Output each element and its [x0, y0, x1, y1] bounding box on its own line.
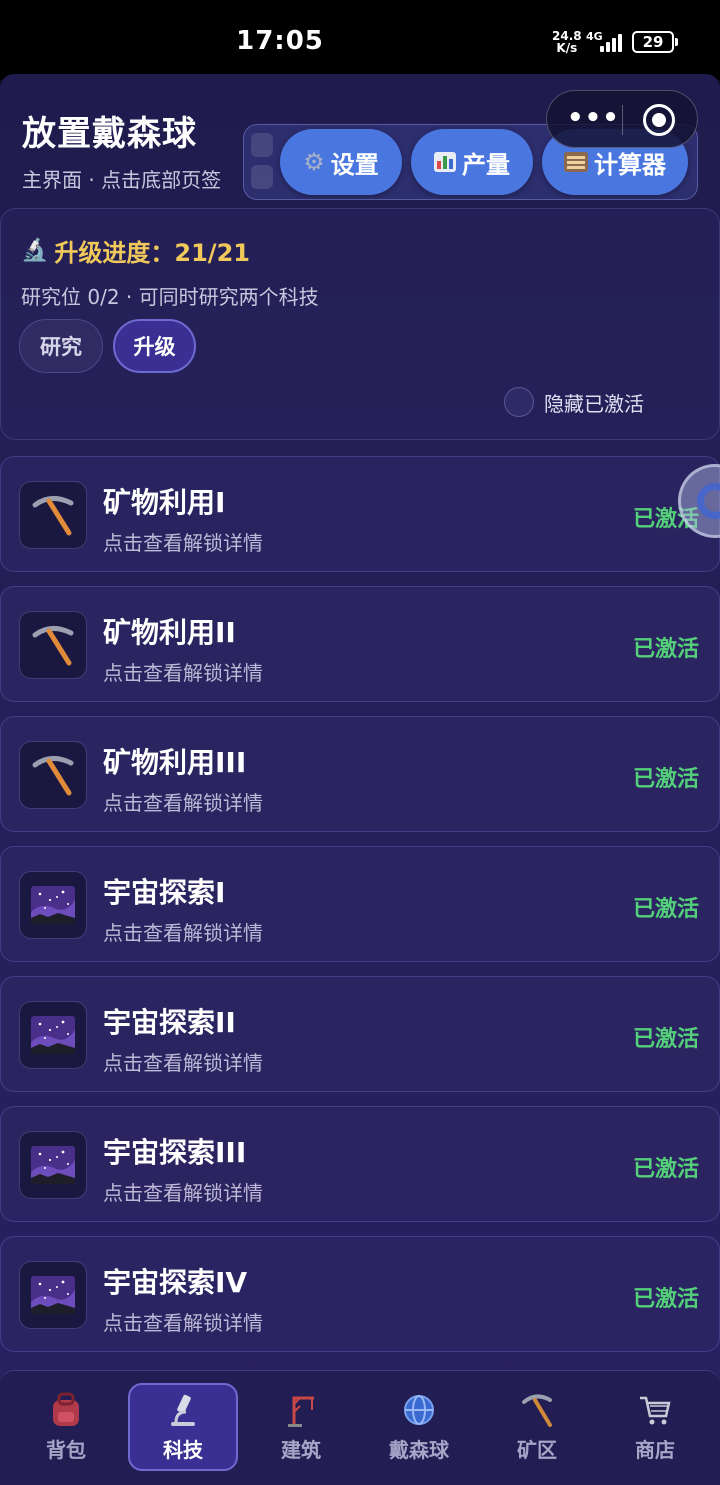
close-miniprogram-icon[interactable] — [643, 104, 675, 136]
tech-name: 宇宙探索I — [103, 876, 226, 909]
more-icon[interactable]: ••• — [567, 105, 619, 131]
gear-icon: ⚙ — [303, 148, 325, 176]
status-time: 17:05 — [236, 26, 324, 56]
tech-name: 矿物利用I — [103, 486, 226, 519]
page-title: 放置戴森球 — [22, 114, 197, 154]
tech-hint: 点击查看解锁详情 — [103, 791, 263, 815]
nav-dyson-sphere[interactable]: 戴森球 — [364, 1383, 474, 1471]
microscope-icon — [166, 1392, 200, 1428]
nav-shop[interactable]: 商店 — [600, 1383, 710, 1471]
signal-icon — [600, 32, 626, 52]
tab-upgrade[interactable]: 升级 — [113, 319, 196, 373]
capsule-divider — [622, 105, 623, 135]
miniprogram-capsule: ••• — [546, 90, 698, 148]
pickaxe-icon — [19, 741, 87, 809]
shopping-cart-icon — [638, 1392, 672, 1428]
hide-activated-toggle[interactable]: 隐藏已激活 — [504, 387, 644, 417]
upgrade-panel: 🔬 升级进度：21/21 研究位 0/2 · 可同时研究两个科技 研究 升级 隐… — [0, 208, 720, 440]
bottom-nav: 背包 科技 建筑 戴森球 矿区 商店 — [0, 1370, 720, 1485]
tech-card[interactable]: 矿物利用I 点击查看解锁详情 已激活 — [0, 456, 720, 572]
upgrade-progress: 🔬 升级进度：21/21 — [21, 238, 250, 267]
app-window: 放置戴森球 主界面 · 点击底部页签 ⚙ 设置 产量 计算器 ••• 🔬 升级进… — [0, 74, 720, 1485]
settings-button[interactable]: ⚙ 设置 — [280, 129, 402, 195]
tech-name: 矿物利用II — [103, 616, 236, 649]
tech-hint: 点击查看解锁详情 — [103, 1311, 263, 1335]
tech-hint: 点击查看解锁详情 — [103, 531, 263, 555]
tech-card[interactable]: 宇宙探索II 点击查看解锁详情 已激活 — [0, 976, 720, 1092]
globe-icon — [402, 1392, 436, 1428]
tech-name: 宇宙探索III — [103, 1136, 247, 1169]
production-button[interactable]: 产量 — [411, 129, 533, 195]
tech-card[interactable]: 矿物利用II 点击查看解锁详情 已激活 — [0, 586, 720, 702]
backpack-icon — [49, 1392, 83, 1428]
tech-hint: 点击查看解锁详情 — [103, 921, 263, 945]
toolbar-handle[interactable] — [251, 165, 273, 189]
tech-status-badge: 已激活 — [632, 1027, 699, 1052]
page-subtitle: 主界面 · 点击底部页签 — [22, 168, 222, 192]
microscope-icon: 🔬 — [21, 238, 49, 263]
tab-research[interactable]: 研究 — [19, 319, 103, 373]
hide-activated-label: 隐藏已激活 — [544, 391, 644, 416]
status-bar: 17:05 24.8 K/s 4G 29 — [0, 0, 720, 80]
tech-name: 宇宙探索II — [103, 1006, 236, 1039]
tech-card[interactable]: 宇宙探索III 点击查看解锁详情 已激活 — [0, 1106, 720, 1222]
research-slot-info: 研究位 0/2 · 可同时研究两个科技 — [21, 285, 319, 309]
pickaxe-icon — [19, 481, 87, 549]
nav-backpack[interactable]: 背包 — [11, 1383, 121, 1471]
tech-hint: 点击查看解锁详情 — [103, 1181, 263, 1205]
tech-status-badge: 已激活 — [632, 767, 699, 792]
nav-building[interactable]: 建筑 — [246, 1383, 356, 1471]
tech-card[interactable]: 矿物利用III 点击查看解锁详情 已激活 — [0, 716, 720, 832]
tech-card[interactable]: 宇宙探索I 点击查看解锁详情 已激活 — [0, 846, 720, 962]
tech-status-badge: 已激活 — [632, 897, 699, 922]
nav-tech[interactable]: 科技 — [128, 1383, 238, 1471]
pickaxe-icon — [19, 611, 87, 679]
bar-chart-icon — [434, 152, 456, 172]
milky-way-icon — [19, 1001, 87, 1069]
abacus-icon — [564, 152, 588, 172]
network-speed: 24.8 K/s — [552, 29, 582, 55]
tech-hint: 点击查看解锁详情 — [103, 1051, 263, 1075]
hide-activated-radio[interactable] — [504, 387, 534, 417]
tech-hint: 点击查看解锁详情 — [103, 661, 263, 685]
tech-status-badge: 已激活 — [632, 1157, 699, 1182]
tech-name: 矿物利用III — [103, 746, 247, 779]
milky-way-icon — [19, 871, 87, 939]
pickaxe-icon — [520, 1392, 554, 1428]
milky-way-icon — [19, 1261, 87, 1329]
tech-card[interactable]: 宇宙探索IV 点击查看解锁详情 已激活 — [0, 1236, 720, 1352]
toolbar-handle[interactable] — [251, 133, 273, 157]
nav-mining[interactable]: 矿区 — [482, 1383, 592, 1471]
tech-name: 宇宙探索IV — [103, 1266, 248, 1299]
tech-status-badge: 已激活 — [632, 1287, 699, 1312]
battery-icon: 29 — [632, 31, 678, 53]
milky-way-icon — [19, 1131, 87, 1199]
crane-icon — [284, 1392, 318, 1428]
tech-status-badge: 已激活 — [632, 637, 699, 662]
